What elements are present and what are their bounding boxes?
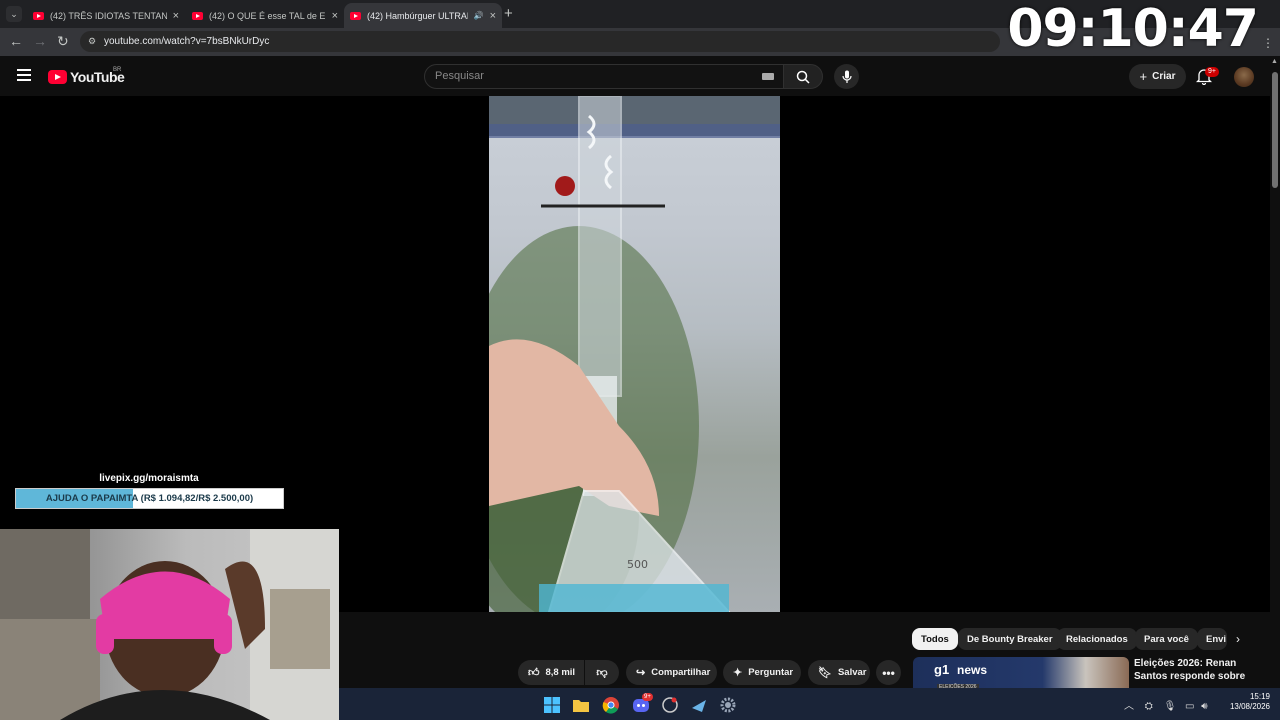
site-info-icon[interactable]: ⚙: [88, 36, 96, 47]
speaker-icon[interactable]: 🔊: [474, 11, 484, 20]
scroll-up-icon[interactable]: ▲: [1271, 58, 1278, 65]
youtube-favicon-icon: [33, 11, 44, 20]
chip-para-voce[interactable]: Para você: [1135, 628, 1198, 650]
new-tab-button[interactable]: +: [504, 5, 513, 22]
steam-icon: [692, 700, 706, 712]
tab-title: (42) Hambúrguer ULTRAPRO: [367, 10, 468, 21]
sparkle-icon: ✦: [733, 667, 743, 679]
search-button[interactable]: [783, 64, 823, 89]
livepix-url: livepix.gg/moraismta: [99, 473, 199, 484]
address-bar[interactable]: youtube.com/watch?v=7bsBNkUrDyc: [80, 31, 1000, 52]
dislike-button[interactable]: 👎︎: [585, 660, 619, 685]
browser-tab-2[interactable]: (42) O QUE É esse TAL de EL NI ×: [186, 3, 344, 28]
flask-volume-label: 500: [627, 558, 648, 571]
notifications-badge: 9+: [1205, 67, 1219, 77]
donation-goal-text: AJUDA O PAPAIMTA (R$ 1.094,82/R$ 2.500,0…: [45, 493, 254, 504]
chip-relacionados[interactable]: Relacionados: [1057, 628, 1137, 650]
youtube-play-icon: [48, 70, 67, 84]
reload-button[interactable]: ↻: [57, 33, 69, 50]
taskbar-date: 13/08/2026: [1229, 702, 1270, 711]
chrome-icon: [602, 697, 619, 714]
like-button[interactable]: 👍︎ 8,8 mil: [518, 660, 584, 685]
network-app-icon[interactable]: ⛭: [1145, 701, 1153, 712]
microphone-tray-icon[interactable]: 🎙︎: [1164, 701, 1177, 712]
microphone-icon: [841, 70, 852, 83]
gear-icon: [720, 697, 736, 713]
chip-de-bounty-breaker[interactable]: De Bounty Breaker: [958, 628, 1062, 650]
country-code: BR: [113, 67, 122, 73]
forward-button[interactable]: →: [33, 33, 47, 49]
taskbar-time: 15:19: [1249, 692, 1270, 701]
related-video-title[interactable]: Eleições 2026: Renan Santos responde sob…: [1134, 657, 1266, 683]
folder-icon: [573, 700, 589, 712]
tab-title: (42) O QUE É esse TAL de EL NI: [209, 10, 326, 21]
video-frame[interactable]: 500: [489, 96, 780, 612]
guide-menu-icon[interactable]: [17, 69, 31, 84]
streamer-webcam: [0, 529, 339, 720]
share-icon: ↪: [636, 667, 646, 679]
url-text: youtube.com/watch?v=7bsBNkUrDyc: [104, 36, 270, 47]
close-tab-icon[interactable]: ×: [490, 10, 496, 22]
back-button[interactable]: ←: [9, 33, 23, 49]
more-actions-button[interactable]: •••: [876, 660, 901, 685]
keyboard-icon[interactable]: [762, 73, 774, 80]
search-icon: [796, 70, 810, 84]
plus-icon: +: [1139, 69, 1148, 84]
close-tab-icon[interactable]: ×: [332, 10, 338, 22]
like-count: 8,8 mil: [545, 667, 576, 678]
browser-tab-3-active[interactable]: (42) Hambúrguer ULTRAPRO 🔊 ×: [344, 3, 502, 28]
volume-icon[interactable]: 🔊︎: [1201, 701, 1207, 712]
steam-button[interactable]: [690, 696, 708, 714]
stream-clock: 09:10:47: [1007, 0, 1259, 59]
tab-search-button[interactable]: ⌄: [6, 6, 22, 22]
save-button[interactable]: 🔖︎ Salvar: [808, 660, 870, 685]
settings-button[interactable]: [719, 696, 737, 714]
circle-app-icon: [662, 697, 678, 713]
chevron-right-icon[interactable]: ›: [1236, 632, 1240, 646]
thumbs-down-icon: 👎︎: [596, 667, 608, 679]
windows-logo-icon: [544, 697, 560, 713]
thumb-brand-2: news: [957, 663, 988, 677]
discord-badge: 9+: [642, 693, 653, 701]
share-button[interactable]: ↪ Compartilhar: [626, 660, 717, 685]
youtube-favicon-icon: [350, 11, 361, 20]
search-input[interactable]: Pesquisar: [424, 64, 784, 89]
account-avatar[interactable]: [1234, 67, 1254, 87]
chip-envi[interactable]: Envi: [1197, 628, 1227, 650]
ask-label: Perguntar: [748, 667, 794, 678]
more-horizontal-icon: •••: [882, 665, 895, 680]
create-label: Criar: [1152, 71, 1176, 82]
app-button[interactable]: [661, 696, 679, 714]
start-button[interactable]: [543, 696, 561, 714]
chrome-button[interactable]: [602, 696, 620, 714]
system-tray[interactable]: ︿ ⛭ 🎙︎ ▭ 🔊︎: [1124, 697, 1208, 712]
webcam-scene-illustration: [0, 529, 339, 720]
tab-title: (42) TRÊS IDIOTAS TENTANDO I: [50, 10, 167, 21]
save-label: Salvar: [837, 667, 867, 678]
youtube-favicon-icon: [192, 11, 203, 20]
bookmark-icon: 🔖︎: [818, 667, 832, 679]
taskbar-clock[interactable]: 15:19 13/08/2026: [1226, 692, 1270, 712]
voice-search-button[interactable]: [834, 64, 859, 89]
video-scene-illustration: 500: [489, 96, 780, 612]
display-icon[interactable]: ▭: [1185, 701, 1194, 712]
thumb-brand: g1: [934, 662, 950, 677]
chip-todos[interactable]: Todos: [912, 628, 958, 650]
create-button[interactable]: + Criar: [1129, 64, 1186, 89]
scrollbar-thumb[interactable]: [1272, 72, 1278, 188]
thumbs-up-icon: 👍︎: [528, 667, 540, 679]
browser-tab-1[interactable]: (42) TRÊS IDIOTAS TENTANDO I ×: [27, 3, 185, 28]
file-explorer-button[interactable]: [572, 696, 590, 714]
ask-button[interactable]: ✦ Perguntar: [723, 660, 801, 685]
close-tab-icon[interactable]: ×: [173, 10, 179, 22]
browser-menu-icon[interactable]: ⋮: [1262, 36, 1274, 50]
share-label: Compartilhar: [651, 667, 711, 678]
chevron-up-icon[interactable]: ︿: [1124, 701, 1134, 712]
